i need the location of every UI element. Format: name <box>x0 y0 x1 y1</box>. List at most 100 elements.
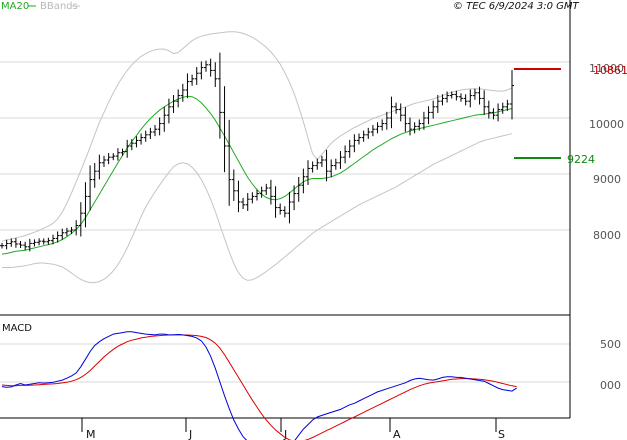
price-bar <box>102 155 106 167</box>
price-bar <box>375 122 380 134</box>
support-label: 9224 <box>567 153 595 166</box>
price-bar <box>306 160 310 185</box>
price-bar <box>157 117 162 136</box>
price-bar <box>486 100 491 119</box>
price-bar <box>245 193 250 211</box>
price-bar <box>13 238 18 248</box>
price-bar <box>143 130 148 142</box>
price-bar <box>472 88 477 100</box>
price-bar <box>278 203 283 215</box>
price-bar <box>69 227 74 235</box>
price-bar <box>408 117 412 136</box>
price-bar <box>296 177 301 202</box>
price-bar <box>310 161 315 173</box>
bbands-lower-line <box>2 133 513 284</box>
legend-ma20-label: MA20 <box>1 1 29 12</box>
price-bar <box>398 103 403 122</box>
price-bar <box>92 163 97 188</box>
price-bar <box>282 206 287 218</box>
price-bar <box>162 107 167 132</box>
price-bar <box>380 119 385 131</box>
bbands-layer <box>1 31 513 284</box>
price-bar <box>185 73 190 99</box>
price-bar <box>180 83 185 102</box>
y-tick-label-9000: 9000 <box>593 173 621 186</box>
price-bar <box>213 62 218 87</box>
price-bar <box>287 191 292 224</box>
price-bar <box>431 100 436 119</box>
macd-tick-label-500: 500 <box>600 338 621 351</box>
x-axis-ticks <box>81 418 497 432</box>
price-bar <box>46 237 51 245</box>
price-bar <box>129 139 134 151</box>
y-tick-label-10000: 10000 <box>589 118 624 131</box>
price-bar <box>352 134 357 153</box>
price-bar <box>426 106 431 125</box>
chart-credit: © TEC 6/9/2024 3:0 GMT <box>453 1 580 12</box>
price-bar <box>190 74 195 86</box>
price-bar <box>139 133 144 145</box>
price-bar <box>329 159 334 178</box>
price-bar <box>115 148 120 161</box>
price-bar <box>41 238 46 245</box>
price-bar <box>194 67 199 85</box>
macd-signal-line <box>1 334 517 440</box>
price-bar <box>32 239 37 247</box>
price-bar <box>468 89 473 108</box>
y-tick-label-8000: 8000 <box>593 229 621 242</box>
price-bar <box>394 102 399 114</box>
price-bar <box>482 90 487 115</box>
price-bar <box>366 127 371 139</box>
price-bar <box>343 145 348 164</box>
price-bar <box>97 154 102 180</box>
price-bar <box>153 125 157 137</box>
price-bar <box>222 86 227 173</box>
price-bar <box>264 183 269 195</box>
price-bar <box>120 148 125 156</box>
price-bar <box>0 242 4 249</box>
price-bar <box>88 165 93 211</box>
price-bar <box>236 180 241 213</box>
price-bar <box>463 94 468 106</box>
price-bar <box>199 61 204 80</box>
bbands-upper-line <box>1 31 513 242</box>
macd-line <box>1 331 517 440</box>
price-bar <box>292 185 297 211</box>
price-bar <box>454 90 459 101</box>
price-bar <box>268 179 273 205</box>
price-bar <box>370 125 375 137</box>
price-bar <box>23 241 28 251</box>
x-tick-label-may: M <box>86 428 96 440</box>
price-bar <box>241 197 246 209</box>
macd-gridlines <box>0 343 570 383</box>
price-bar <box>250 192 255 204</box>
price-bar <box>78 202 83 237</box>
price-bar <box>500 102 505 114</box>
price-bar <box>106 153 111 165</box>
price-bar <box>333 158 338 170</box>
x-tick-label-june: J <box>188 428 192 440</box>
price-bar <box>111 153 116 161</box>
price-bar <box>361 130 366 142</box>
x-tick-label-august: A <box>393 428 401 440</box>
price-bar <box>148 127 153 139</box>
price-bar <box>64 227 69 237</box>
price-bar <box>18 241 23 249</box>
macd-panel-title: MACD <box>2 323 32 334</box>
price-bars-layer <box>0 52 514 252</box>
price-bar <box>125 139 130 158</box>
macd-tick-label-0: 000 <box>600 379 621 392</box>
price-bar <box>403 107 408 132</box>
price-bar <box>166 98 171 124</box>
price-bar <box>273 186 278 218</box>
price-bar <box>319 155 324 167</box>
price-bar <box>324 149 329 182</box>
price-bar <box>227 119 232 206</box>
price-bar <box>338 151 343 169</box>
price-bar <box>510 70 514 120</box>
price-bar <box>357 133 361 145</box>
x-tick-label-september: S <box>498 428 505 440</box>
macd-layer <box>1 331 517 440</box>
price-bar <box>347 139 352 158</box>
price-bar <box>4 239 9 250</box>
